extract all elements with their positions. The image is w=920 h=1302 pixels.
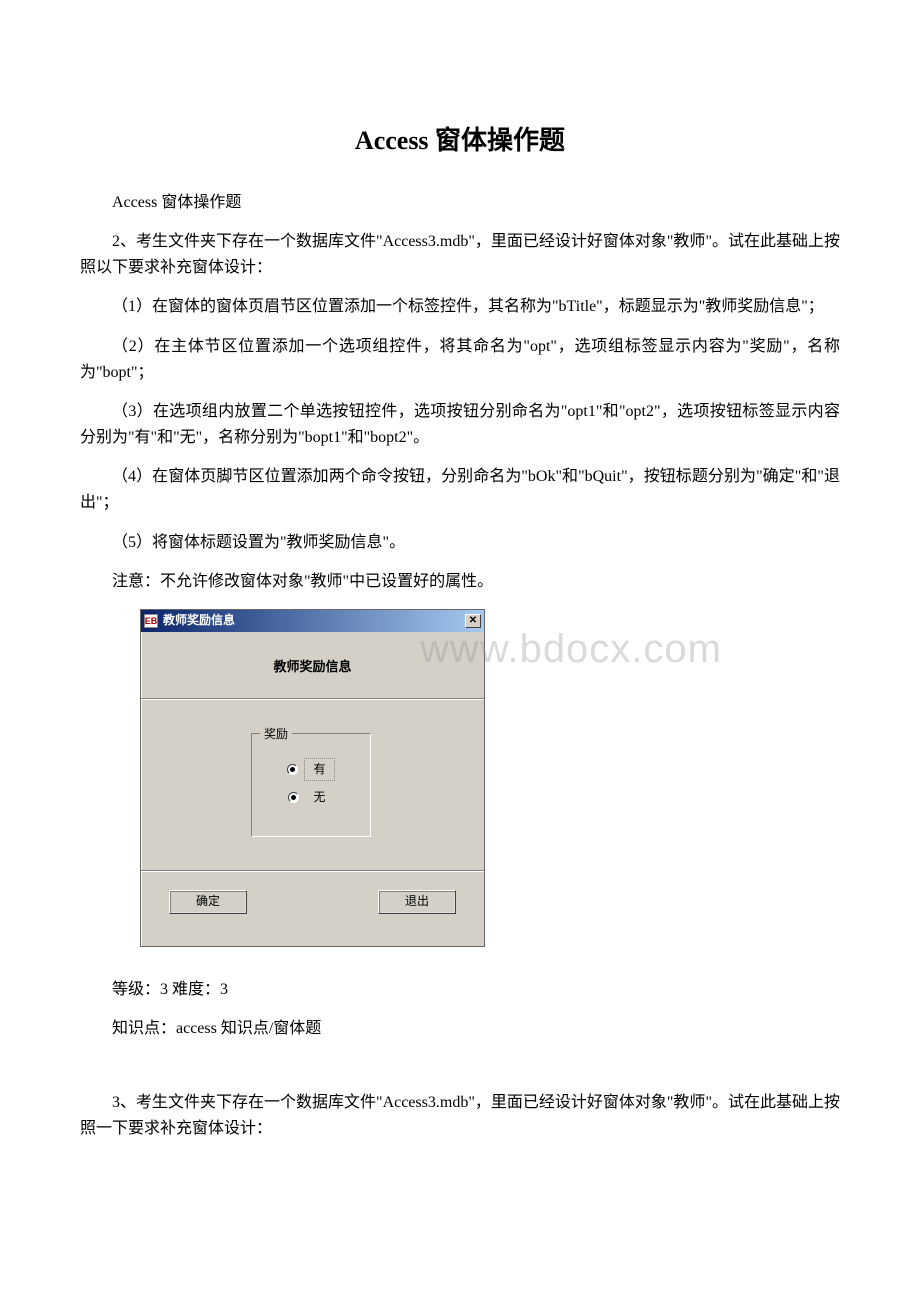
form-screenshot: www.bdocx.com EB 教师奖励信息 ✕ 教师奖励信息 奖励 有 (140, 609, 840, 947)
radio-opt1[interactable] (287, 764, 298, 775)
subtitle-line: Access 窗体操作题 (80, 190, 840, 216)
radio-dot-icon (290, 767, 295, 772)
window-titlebar: EB 教师奖励信息 ✕ (141, 610, 484, 632)
q2-item-4: （4）在窗体页脚节区位置添加两个命令按钮，分别命名为"bOk"和"bQuit"，… (80, 464, 840, 515)
radio-label-bopt2: 无 (305, 787, 333, 808)
quit-button[interactable]: 退出 (378, 890, 456, 914)
radio-row-2: 无 (266, 787, 356, 808)
ok-button[interactable]: 确定 (169, 890, 247, 914)
q2-item-2: （2）在主体节区位置添加一个选项组控件，将其命名为"opt"，选项组标签显示内容… (80, 334, 840, 385)
form-icon: EB (144, 614, 158, 628)
form-footer-section: 确定 退出 (141, 871, 484, 946)
window-title-text: 教师奖励信息 (163, 611, 465, 630)
form-detail-section: 奖励 有 无 (141, 699, 484, 871)
radio-opt2[interactable] (288, 792, 299, 803)
form-header-section: 教师奖励信息 (141, 632, 484, 699)
spacer (80, 1056, 840, 1076)
q2-item-5: （5）将窗体标题设置为"教师奖励信息"。 (80, 530, 840, 556)
access-form-window: EB 教师奖励信息 ✕ 教师奖励信息 奖励 有 无 (140, 609, 485, 947)
btitle-label: 教师奖励信息 (273, 659, 351, 674)
q2-intro: 2、考生文件夹下存在一个数据库文件"Access3.mdb"，里面已经设计好窗体… (80, 229, 840, 280)
close-icon[interactable]: ✕ (465, 614, 481, 628)
document-page: Access 窗体操作题 Access 窗体操作题 2、考生文件夹下存在一个数据… (0, 0, 920, 1215)
radio-label-bopt1: 有 (304, 758, 334, 781)
option-group-caption: 奖励 (260, 725, 292, 744)
option-group-opt[interactable]: 奖励 有 无 (251, 733, 371, 837)
knowledge-point-line: 知识点：access 知识点/窗体题 (80, 1016, 840, 1042)
page-title: Access 窗体操作题 (80, 120, 840, 162)
q2-note: 注意：不允许修改窗体对象"教师"中已设置好的属性。 (80, 569, 840, 595)
radio-dot-icon (291, 795, 296, 800)
q2-item-3: （3）在选项组内放置二个单选按钮控件，选项按钮分别命名为"opt1"和"opt2… (80, 399, 840, 450)
radio-row-1: 有 (266, 758, 356, 781)
q2-item-1: （1）在窗体的窗体页眉节区位置添加一个标签控件，其名称为"bTitle"，标题显… (80, 294, 840, 320)
level-line: 等级：3 难度：3 (80, 977, 840, 1003)
q3-intro: 3、考生文件夹下存在一个数据库文件"Access3.mdb"，里面已经设计好窗体… (80, 1090, 840, 1141)
